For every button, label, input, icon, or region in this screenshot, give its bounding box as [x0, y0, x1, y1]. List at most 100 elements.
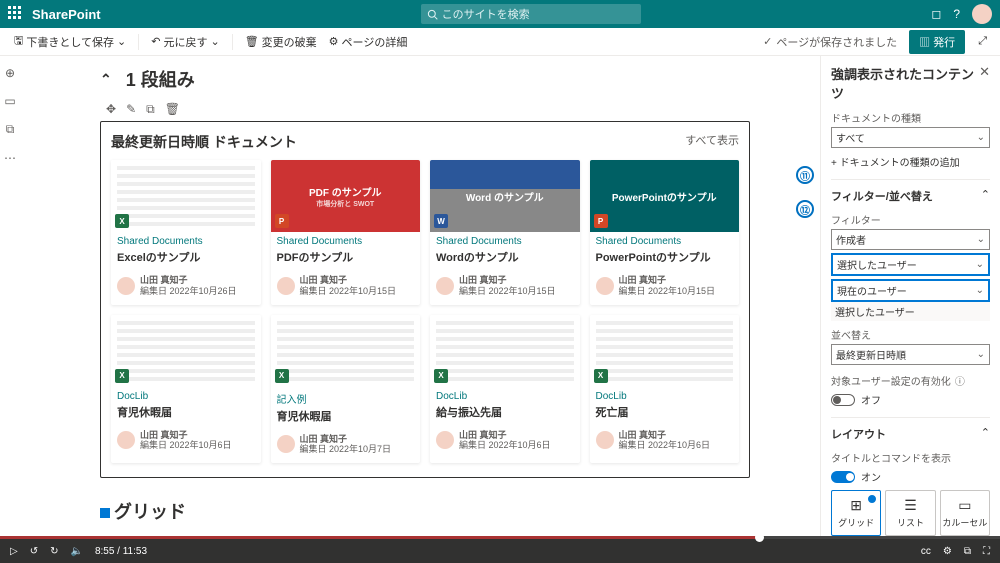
card-title: Wordのサンプル [430, 247, 580, 271]
play-icon[interactable]: ▷ [10, 546, 18, 557]
pip-icon[interactable]: ⧉ [964, 546, 971, 557]
document-card[interactable]: X DocLib 育児休暇届 山田 真知子編集日 2022年10月6日 [111, 315, 261, 464]
card-thumbnail: X [590, 315, 740, 387]
card-title: PDFのサンプル [271, 247, 421, 271]
expand-icon[interactable]: ⤢ [975, 32, 990, 51]
info-icon[interactable]: ⓘ [955, 373, 965, 388]
filetype-icon: X [115, 369, 129, 383]
author-avatar [596, 431, 614, 449]
audience-label: 対象ユーザー設定の有効化 ⓘ [831, 373, 990, 388]
megaphone-icon[interactable]: ◻ [931, 7, 941, 21]
add-section-icon[interactable]: ⊕ [5, 66, 15, 80]
document-card[interactable]: X DocLib 死亡届 山田 真知子編集日 2022年10月6日 [590, 315, 740, 464]
layout-list[interactable]: ☰リスト [885, 490, 935, 536]
card-library: Shared Documents [271, 232, 421, 247]
card-meta: 山田 真知子編集日 2022年10月6日 [111, 426, 261, 460]
user-avatar[interactable] [972, 4, 992, 24]
suite-bar: SharePoint このサイトを検索 ◻ ? [0, 0, 1000, 28]
filter-select[interactable]: 作成者 [831, 229, 990, 250]
audience-toggle[interactable]: オフ [831, 392, 990, 407]
filetype-icon: X [594, 369, 608, 383]
filter-option-selected-user[interactable]: 選択したユーザー [831, 253, 990, 276]
card-thumbnail: PowerPointのサンプル P [590, 160, 740, 232]
video-progress[interactable] [0, 536, 1000, 539]
doc-type-select[interactable]: すべて [831, 127, 990, 148]
filter-section-header[interactable]: フィルター/並べ替え [831, 179, 990, 204]
forward-icon[interactable]: ↻ [50, 546, 58, 557]
page-canvas: ⌃ 1 段組み ✥ ✎ ⧉ 🗑 最終更新日時順 ドキュメント すべて表示 X S… [20, 56, 820, 539]
captions-icon[interactable]: cc [921, 546, 931, 557]
card-meta: 山田 真知子編集日 2022年10月15日 [430, 271, 580, 305]
card-meta: 山田 真知子編集日 2022年10月7日 [271, 430, 421, 464]
highlighted-content-webpart[interactable]: 最終更新日時順 ドキュメント すべて表示 X Shared Documents … [100, 121, 750, 478]
card-thumbnail: X [271, 315, 421, 387]
undo-button[interactable]: ↶ 元に戻す ⌄ [147, 32, 223, 52]
rewind-icon[interactable]: ↺ [30, 546, 38, 557]
filetype-icon: X [434, 369, 448, 383]
card-library: DocLib [430, 387, 580, 402]
duplicate-icon[interactable]: ⧉ [6, 122, 15, 137]
layout-carousel[interactable]: ▭カルーセル [940, 490, 990, 536]
discard-button[interactable]: 🗑 変更の破棄 [241, 32, 321, 52]
layout-icon[interactable]: ▭ [4, 94, 15, 108]
document-card[interactable]: X Shared Documents Excelのサンプル 山田 真知子編集日 … [111, 160, 261, 305]
edit-icon[interactable]: ✎ [126, 102, 136, 117]
annotation-11: ⑪ [796, 166, 814, 184]
add-doc-type-link[interactable]: + ドキュメントの種類の追加 [831, 154, 990, 169]
see-all-link[interactable]: すべて表示 [685, 132, 739, 152]
product-name: SharePoint [32, 7, 101, 22]
filter-option-below[interactable]: 選択したユーザー [831, 302, 990, 321]
card-library: DocLib [590, 387, 740, 402]
settings-icon[interactable]: ⚙ [943, 546, 952, 557]
fullscreen-icon[interactable]: ⛶ [983, 546, 990, 557]
chevron-down-icon[interactable]: ⌃ [100, 71, 112, 88]
card-title: 育児休暇届 [111, 402, 261, 426]
help-icon[interactable]: ? [953, 7, 960, 21]
volume-icon[interactable]: 🔈 [70, 546, 82, 557]
document-card[interactable]: PowerPointのサンプル P Shared Documents Power… [590, 160, 740, 305]
title-cmd-label: タイトルとコマンドを表示 [831, 450, 990, 465]
card-title: 死亡届 [590, 402, 740, 426]
command-bar: 🖫 下書きとして保存 ⌄ ↶ 元に戻す ⌄ 🗑 変更の破棄 ⚙ ページの詳細 ✓… [0, 28, 1000, 56]
sort-select[interactable]: 最終更新日時順 [831, 344, 990, 365]
layout-section-header[interactable]: レイアウト [831, 417, 990, 442]
layout-grid[interactable]: ⊞グリッド [831, 490, 881, 536]
filter-label: フィルター [831, 212, 990, 227]
title-cmd-toggle[interactable]: オン [831, 469, 990, 484]
document-card[interactable]: X DocLib 給与振込先届 山田 真知子編集日 2022年10月6日 [430, 315, 580, 464]
search-icon [427, 9, 438, 20]
card-library: Shared Documents [111, 232, 261, 247]
sort-label: 並べ替え [831, 327, 990, 342]
author-avatar [277, 435, 295, 453]
document-card[interactable]: PDF のサンプル市場分析と SWOT P Shared Documents P… [271, 160, 421, 305]
card-title: PowerPointのサンプル [590, 247, 740, 271]
document-card[interactable]: Word のサンプル W Shared Documents Wordのサンプル … [430, 160, 580, 305]
more-icon[interactable]: ⋯ [4, 151, 16, 165]
publish-button[interactable]: ▥ 発行 [909, 30, 965, 54]
duplicate-wp-icon[interactable]: ⧉ [146, 102, 155, 117]
close-pane-icon[interactable]: ✕ [979, 64, 990, 102]
section-title: 1 段組み [126, 66, 195, 92]
document-card[interactable]: X 記入例 育児休暇届 山田 真知子編集日 2022年10月7日 [271, 315, 421, 464]
video-controls: ▷ ↺ ↻ 🔈 8:55 / 11:53 cc ⚙ ⧉ ⛶ [0, 539, 1000, 563]
filetype-icon: P [275, 214, 289, 228]
card-thumbnail: X [111, 160, 261, 232]
grid-heading: グリッド [100, 498, 750, 524]
search-placeholder: このサイトを検索 [442, 6, 530, 22]
card-library: Shared Documents [590, 232, 740, 247]
filetype-icon: P [594, 214, 608, 228]
search-box[interactable]: このサイトを検索 [421, 4, 641, 24]
card-meta: 山田 真知子編集日 2022年10月6日 [430, 426, 580, 460]
left-rail: ⊕ ▭ ⧉ ⋯ [0, 56, 20, 536]
move-icon[interactable]: ✥ [106, 102, 116, 117]
filetype-icon: X [115, 214, 129, 228]
author-avatar [596, 277, 614, 295]
card-meta: 山田 真知子編集日 2022年10月6日 [590, 426, 740, 460]
delete-icon[interactable]: 🗑 [165, 102, 180, 117]
filter-option-current-user[interactable]: 現在のユーザー [831, 279, 990, 302]
app-launcher-icon[interactable] [8, 6, 24, 22]
page-details-button[interactable]: ⚙ ページの詳細 [325, 32, 412, 52]
filetype-icon: X [275, 369, 289, 383]
save-draft-button[interactable]: 🖫 下書きとして保存 ⌄ [10, 30, 130, 53]
card-title: Excelのサンプル [111, 247, 261, 271]
